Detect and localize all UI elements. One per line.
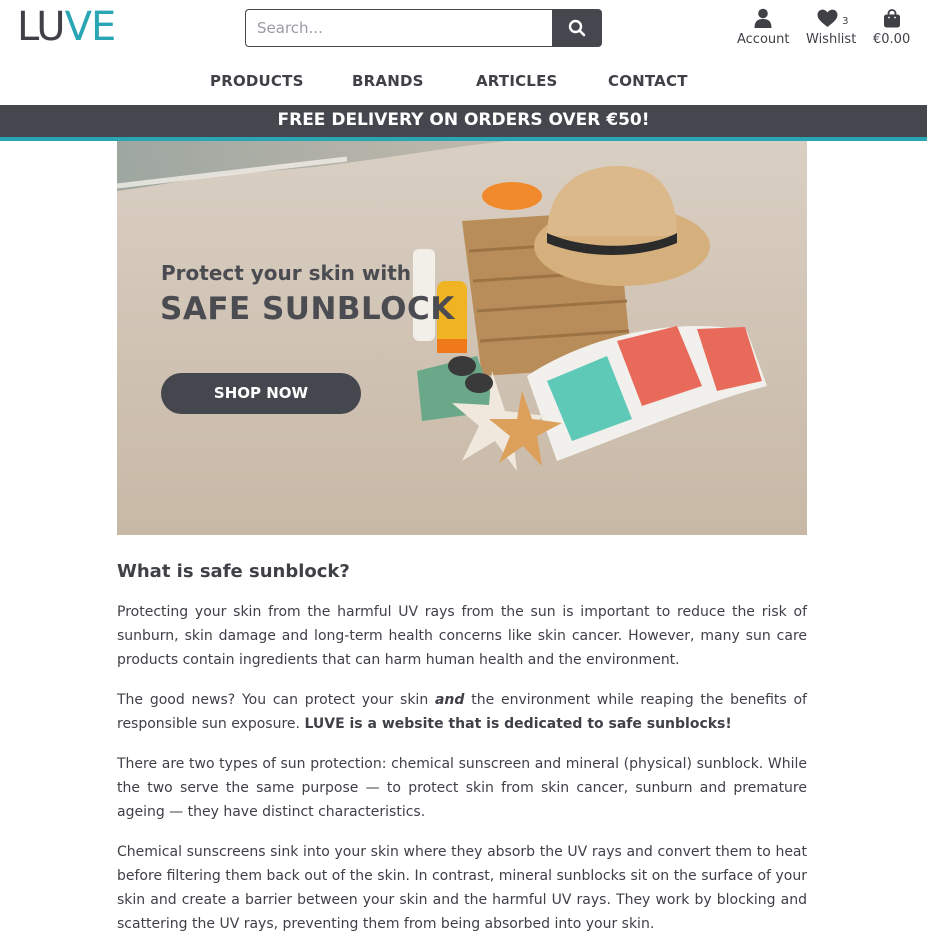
search-button[interactable] — [552, 9, 602, 47]
article-heading: What is safe sunblock? — [117, 561, 350, 582]
logo-part-1: LU — [17, 4, 66, 50]
shopping-bag-icon — [883, 9, 900, 28]
hero-subtitle: Protect your skin with — [161, 261, 411, 285]
search-input[interactable] — [245, 9, 552, 47]
user-icon — [754, 8, 772, 28]
article-paragraph-1: Protecting your skin from the harmful UV… — [117, 604, 807, 668]
main-nav: PRODUCTS BRANDS ARTICLES CONTACT — [0, 70, 927, 94]
nav-item-brands[interactable]: BRANDS — [352, 72, 424, 90]
account-link[interactable]: Account — [737, 6, 790, 48]
article-paragraph-4: Chemical sunscreens sink into your skin … — [117, 844, 807, 932]
shop-now-button[interactable]: SHOP NOW — [161, 373, 361, 414]
wishlist-label: Wishlist — [806, 32, 857, 47]
site-header: LUVE Account 3 Wishlist — [0, 0, 927, 58]
free-delivery-banner: FREE DELIVERY ON ORDERS OVER €50! — [0, 105, 927, 141]
heart-icon — [817, 9, 838, 27]
nav-item-contact[interactable]: CONTACT — [608, 72, 688, 90]
article-paragraph-2: The good news? You can protect your skin… — [117, 688, 807, 736]
p2-text-a: The good news? You can protect your skin — [117, 692, 435, 708]
p2-bold-statement: LUVE is a website that is dedicated to s… — [304, 716, 732, 732]
logo-part-2: VE — [64, 4, 117, 50]
search-bar — [245, 9, 602, 47]
cart-link[interactable]: €0.00 — [873, 6, 910, 48]
search-icon — [568, 19, 586, 37]
hero-banner: Protect your skin with SAFE SUNBLOCK SHO… — [117, 141, 807, 535]
p2-emphasis: and — [434, 692, 465, 708]
wishlist-count-badge: 3 — [842, 16, 849, 27]
article-content: What is safe sunblock? Protecting your s… — [117, 560, 807, 932]
article-paragraph-3: There are two types of sun protection: c… — [117, 756, 807, 820]
cart-total: €0.00 — [873, 32, 911, 47]
hero-title: SAFE SUNBLOCK — [160, 291, 455, 327]
nav-item-articles[interactable]: ARTICLES — [476, 72, 558, 90]
luve-logo[interactable]: LUVE — [17, 4, 117, 50]
nav-item-products[interactable]: PRODUCTS — [210, 72, 304, 90]
wishlist-link[interactable]: 3 Wishlist — [806, 6, 856, 48]
account-label: Account — [737, 32, 790, 47]
beach-hero-image — [117, 141, 807, 535]
